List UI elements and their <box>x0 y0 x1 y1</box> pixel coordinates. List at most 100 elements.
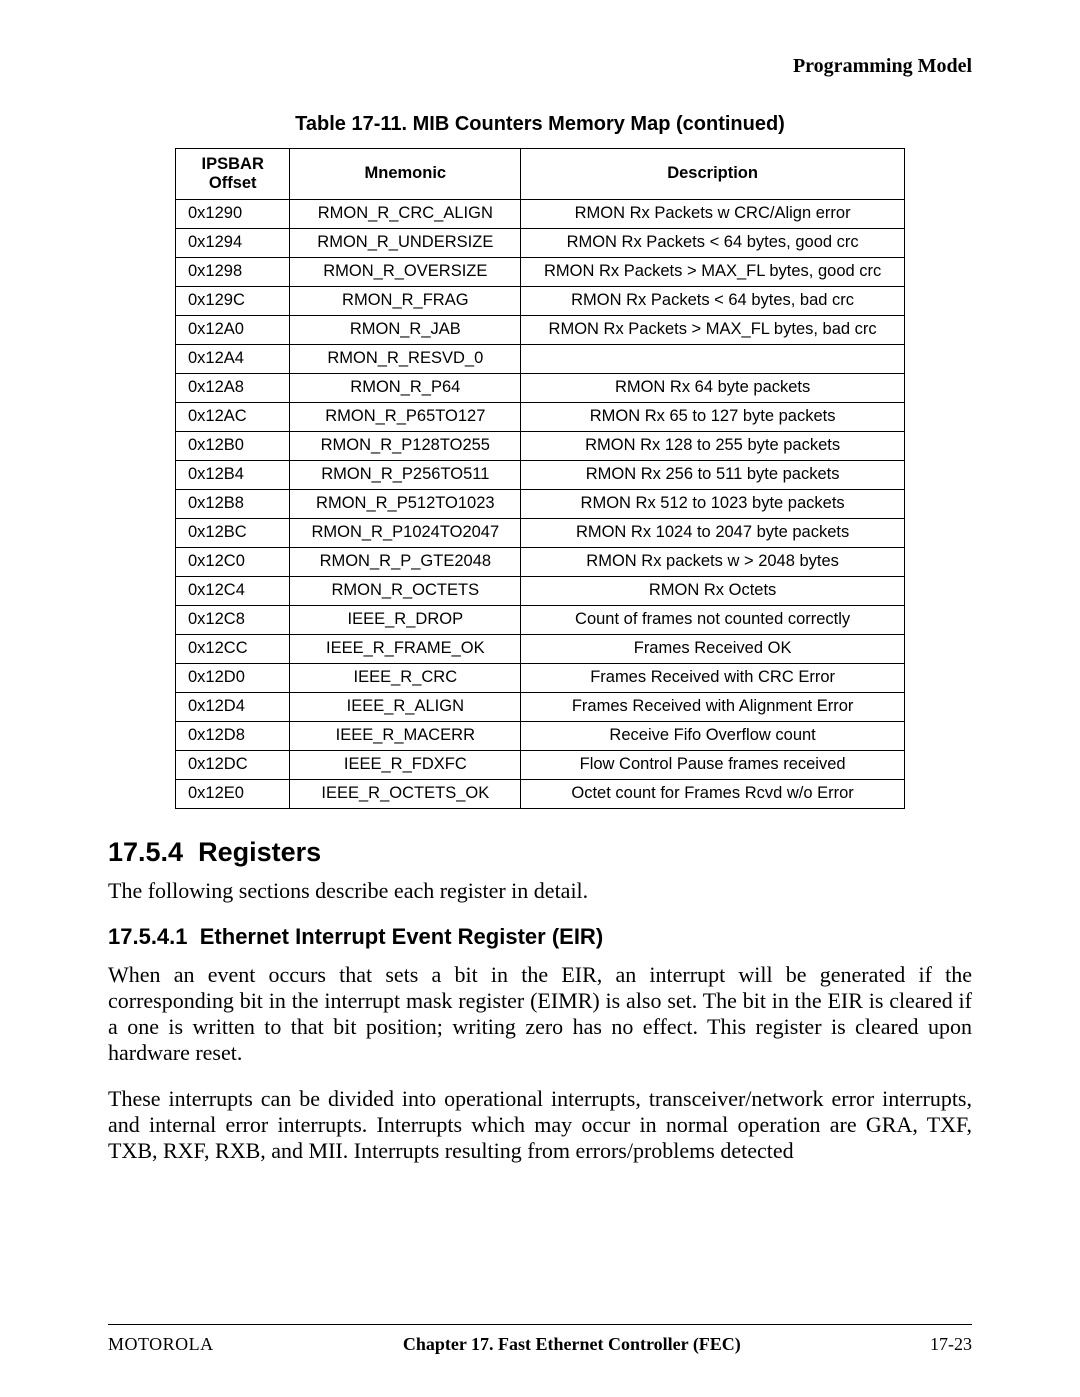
cell-offset: 0x12D0 <box>176 663 290 692</box>
table-row: 0x12D4IEEE_R_ALIGNFrames Received with A… <box>176 692 905 721</box>
cell-description: RMON Rx Packets < 64 bytes, good crc <box>521 228 905 257</box>
table-row: 0x12ACRMON_R_P65TO127RMON Rx 65 to 127 b… <box>176 402 905 431</box>
table-row: 0x12DCIEEE_R_FDXFCFlow Control Pause fra… <box>176 750 905 779</box>
cell-offset: 0x12C8 <box>176 605 290 634</box>
table-row: 0x12D0IEEE_R_CRCFrames Received with CRC… <box>176 663 905 692</box>
cell-mnemonic: RMON_R_OCTETS <box>290 576 521 605</box>
footer-center: Chapter 17. Fast Ethernet Controller (FE… <box>403 1334 741 1355</box>
subsection-heading-eir: 17.5.4.1 Ethernet Interrupt Event Regist… <box>108 924 972 950</box>
cell-offset: 0x12A4 <box>176 344 290 373</box>
cell-mnemonic: IEEE_R_DROP <box>290 605 521 634</box>
footer-rule <box>108 1324 972 1325</box>
cell-mnemonic: RMON_R_P256TO511 <box>290 460 521 489</box>
cell-description: RMON Rx 65 to 127 byte packets <box>521 402 905 431</box>
col-header-offset-l1: IPSBAR <box>202 155 264 173</box>
cell-mnemonic: RMON_R_FRAG <box>290 286 521 315</box>
eir-para-2: These interrupts can be divided into ope… <box>108 1086 972 1164</box>
cell-description: RMON Rx 64 byte packets <box>521 373 905 402</box>
eir-para-1: When an event occurs that sets a bit in … <box>108 962 972 1066</box>
table-row: 0x1294RMON_R_UNDERSIZERMON Rx Packets < … <box>176 228 905 257</box>
cell-mnemonic: RMON_R_CRC_ALIGN <box>290 199 521 228</box>
table-header-row: IPSBAR Offset Mnemonic Description <box>176 149 905 200</box>
cell-mnemonic: IEEE_R_FDXFC <box>290 750 521 779</box>
cell-description: RMON Rx 256 to 511 byte packets <box>521 460 905 489</box>
cell-mnemonic: RMON_R_RESVD_0 <box>290 344 521 373</box>
table-row: 0x12A0RMON_R_JABRMON Rx Packets > MAX_FL… <box>176 315 905 344</box>
cell-mnemonic: RMON_R_JAB <box>290 315 521 344</box>
table-row: 0x12C4RMON_R_OCTETSRMON Rx Octets <box>176 576 905 605</box>
subsection-number: 17.5.4.1 <box>108 924 188 949</box>
cell-description: RMON Rx Octets <box>521 576 905 605</box>
col-header-mnemonic: Mnemonic <box>290 149 521 200</box>
cell-offset: 0x12D8 <box>176 721 290 750</box>
cell-offset: 0x12A0 <box>176 315 290 344</box>
cell-offset: 0x12D4 <box>176 692 290 721</box>
cell-description: RMON Rx Packets < 64 bytes, bad crc <box>521 286 905 315</box>
cell-mnemonic: IEEE_R_MACERR <box>290 721 521 750</box>
col-header-description: Description <box>521 149 905 200</box>
cell-description <box>521 344 905 373</box>
table-row: 0x12C0RMON_R_P_GTE2048RMON Rx packets w … <box>176 547 905 576</box>
cell-offset: 0x1294 <box>176 228 290 257</box>
cell-description: Flow Control Pause frames received <box>521 750 905 779</box>
table-row: 0x129CRMON_R_FRAGRMON Rx Packets < 64 by… <box>176 286 905 315</box>
cell-mnemonic: IEEE_R_OCTETS_OK <box>290 779 521 808</box>
cell-offset: 0x1290 <box>176 199 290 228</box>
table-row: 0x12B4RMON_R_P256TO511RMON Rx 256 to 511… <box>176 460 905 489</box>
cell-offset: 0x12BC <box>176 518 290 547</box>
table-row: 0x12BCRMON_R_P1024TO2047RMON Rx 1024 to … <box>176 518 905 547</box>
table-row: 0x12B8RMON_R_P512TO1023RMON Rx 512 to 10… <box>176 489 905 518</box>
table-row: 0x12B0RMON_R_P128TO255RMON Rx 128 to 255… <box>176 431 905 460</box>
cell-description: RMON Rx 512 to 1023 byte packets <box>521 489 905 518</box>
table-row: 0x12C8IEEE_R_DROPCount of frames not cou… <box>176 605 905 634</box>
page-footer: MOTOROLA Chapter 17. Fast Ethernet Contr… <box>108 1334 972 1355</box>
cell-description: RMON Rx Packets > MAX_FL bytes, bad crc <box>521 315 905 344</box>
table-row: 0x12D8IEEE_R_MACERRReceive Fifo Overflow… <box>176 721 905 750</box>
cell-mnemonic: IEEE_R_ALIGN <box>290 692 521 721</box>
cell-description: RMON Rx Packets > MAX_FL bytes, good crc <box>521 257 905 286</box>
cell-offset: 0x12DC <box>176 750 290 779</box>
footer-left: MOTOROLA <box>108 1334 214 1355</box>
cell-description: Receive Fifo Overflow count <box>521 721 905 750</box>
cell-offset: 0x12B0 <box>176 431 290 460</box>
subsection-title: Ethernet Interrupt Event Register (EIR) <box>200 924 603 949</box>
cell-mnemonic: RMON_R_P_GTE2048 <box>290 547 521 576</box>
cell-offset: 0x12CC <box>176 634 290 663</box>
cell-offset: 0x12C4 <box>176 576 290 605</box>
table-row: 0x12CCIEEE_R_FRAME_OKFrames Received OK <box>176 634 905 663</box>
cell-description: RMON Rx 1024 to 2047 byte packets <box>521 518 905 547</box>
cell-offset: 0x1298 <box>176 257 290 286</box>
cell-mnemonic: RMON_R_OVERSIZE <box>290 257 521 286</box>
cell-mnemonic: RMON_R_P64 <box>290 373 521 402</box>
cell-mnemonic: RMON_R_P65TO127 <box>290 402 521 431</box>
table-row: 0x1290RMON_R_CRC_ALIGNRMON Rx Packets w … <box>176 199 905 228</box>
cell-description: RMON Rx packets w > 2048 bytes <box>521 547 905 576</box>
cell-mnemonic: RMON_R_UNDERSIZE <box>290 228 521 257</box>
section-title: Registers <box>198 837 321 867</box>
cell-mnemonic: IEEE_R_FRAME_OK <box>290 634 521 663</box>
cell-mnemonic: RMON_R_P128TO255 <box>290 431 521 460</box>
cell-offset: 0x129C <box>176 286 290 315</box>
col-header-offset: IPSBAR Offset <box>176 149 290 200</box>
table-row: 0x12A4RMON_R_RESVD_0 <box>176 344 905 373</box>
table-row: 0x12E0IEEE_R_OCTETS_OKOctet count for Fr… <box>176 779 905 808</box>
cell-description: Octet count for Frames Rcvd w/o Error <box>521 779 905 808</box>
section-number: 17.5.4 <box>108 837 183 867</box>
cell-offset: 0x12A8 <box>176 373 290 402</box>
cell-mnemonic: RMON_R_P512TO1023 <box>290 489 521 518</box>
mib-counters-table: IPSBAR Offset Mnemonic Description 0x129… <box>175 148 905 809</box>
table-row: 0x1298RMON_R_OVERSIZERMON Rx Packets > M… <box>176 257 905 286</box>
cell-description: Frames Received OK <box>521 634 905 663</box>
cell-mnemonic: RMON_R_P1024TO2047 <box>290 518 521 547</box>
section-heading-registers: 17.5.4 Registers <box>108 837 972 868</box>
table-row: 0x12A8RMON_R_P64RMON Rx 64 byte packets <box>176 373 905 402</box>
col-header-offset-l2: Offset <box>209 174 257 192</box>
cell-offset: 0x12AC <box>176 402 290 431</box>
cell-offset: 0x12C0 <box>176 547 290 576</box>
cell-offset: 0x12B4 <box>176 460 290 489</box>
cell-description: Count of frames not counted correctly <box>521 605 905 634</box>
cell-description: RMON Rx Packets w CRC/Align error <box>521 199 905 228</box>
page-header-right: Programming Model <box>108 55 972 78</box>
section-intro: The following sections describe each reg… <box>108 878 972 904</box>
table-caption: Table 17-11. MIB Counters Memory Map (co… <box>108 113 972 136</box>
